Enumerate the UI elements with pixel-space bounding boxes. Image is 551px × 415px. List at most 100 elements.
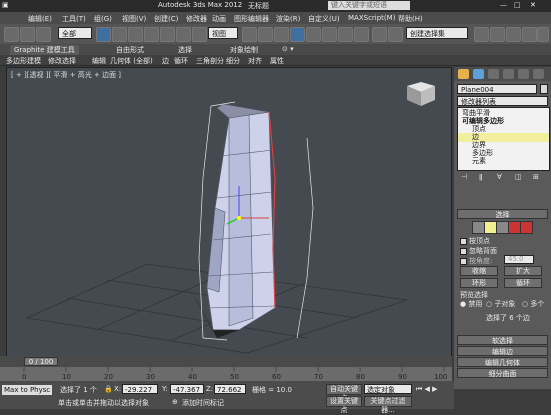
close-button[interactable]: ✕ [530, 1, 536, 9]
snaps-toggle-icon[interactable] [290, 27, 305, 42]
maxscript-listener[interactable]: Max to Physc [2, 385, 52, 395]
keyboard-shortcut-icon[interactable] [274, 27, 289, 42]
menu-views[interactable]: 视图(V) [122, 14, 146, 24]
mirror-icon[interactable] [372, 27, 387, 42]
selection-filter-dropdown[interactable]: 全部 [58, 27, 92, 39]
link-icon[interactable] [20, 27, 35, 42]
ribbon-tris[interactable]: 三角剖分 [196, 56, 224, 66]
ribbon-edit[interactable]: 编辑 [92, 56, 106, 66]
ribbon-properties[interactable]: 属性 [270, 56, 284, 66]
render-icon[interactable] [537, 27, 549, 42]
menu-graph-editors[interactable]: 图形编辑器 [234, 14, 269, 24]
autokey-button[interactable]: 自动关键点 [326, 384, 362, 402]
by-angle-checkbox[interactable]: 按角度: [460, 256, 492, 266]
playback-controls[interactable]: ⏮ ◀ ▶ [416, 385, 438, 394]
object-name-field[interactable]: Plane004 [457, 84, 537, 94]
make-unique-icon[interactable]: ∀ [497, 173, 502, 181]
ribbon-geometry-all[interactable]: 几何体 (全部) [110, 56, 153, 66]
tab-graphite[interactable]: Graphite 建模工具 [10, 45, 79, 55]
preview-disabled-radio[interactable]: ● 禁用 [460, 299, 482, 309]
lock-selection-icon[interactable]: 🔒 [104, 385, 113, 393]
hierarchy-tab-icon[interactable] [488, 69, 499, 79]
modify-tab-icon[interactable] [473, 69, 484, 79]
app-logo-icon[interactable]: ▣ [2, 1, 9, 9]
y-coordinate-field[interactable]: -47.367 [170, 384, 204, 394]
x-coordinate-field[interactable]: -29.227 [122, 384, 158, 394]
menu-edit[interactable]: 编辑(E) [28, 14, 52, 24]
viewcube-icon[interactable] [407, 82, 435, 106]
named-selection-dropdown[interactable]: 创建选择集 [406, 27, 468, 39]
create-tab-icon[interactable] [458, 69, 469, 79]
angle-value-field[interactable]: 45.0 [504, 255, 534, 264]
menu-group[interactable]: 组(G) [94, 14, 112, 24]
preview-subobject-radio[interactable]: ○ 子对象 [486, 299, 515, 309]
ribbon-subdivision[interactable]: 细分 [226, 56, 240, 66]
by-vertex-checkbox[interactable]: 按顶点 [460, 236, 490, 246]
maximize-button[interactable]: □ [514, 1, 521, 9]
material-editor-icon[interactable] [506, 27, 521, 42]
grow-button[interactable]: 扩大 [504, 266, 542, 276]
manipulate-icon[interactable] [258, 27, 273, 42]
key-filter-dropdown[interactable]: 选定对象 [364, 384, 412, 394]
remove-modifier-icon[interactable]: ◫ [515, 173, 522, 181]
motion-tab-icon[interactable] [503, 69, 514, 79]
preview-multi-radio[interactable]: ○ 多个 [522, 299, 544, 309]
ring-button[interactable]: 环形 [460, 278, 498, 288]
z-coordinate-field[interactable]: 72.662 [214, 384, 246, 394]
angle-snap-icon[interactable] [306, 27, 321, 42]
loop-button[interactable]: 循环 [504, 278, 542, 288]
tab-object-paint[interactable]: 对象绘制 [230, 45, 258, 55]
ribbon-align[interactable]: 对齐 [248, 56, 262, 66]
display-tab-icon[interactable] [518, 69, 529, 79]
pivot-center-icon[interactable] [242, 27, 257, 42]
track-bar[interactable]: 0 10 20 30 40 50 60 70 80 90 100 [0, 367, 452, 381]
set-key-button[interactable]: 设置关键点 [326, 396, 362, 414]
edit-geometry-rollout[interactable]: 编辑几何体 [457, 357, 548, 367]
selection-rollout-header[interactable]: 选择 [457, 209, 548, 219]
modifier-list-dropdown[interactable]: 修改器列表 [457, 96, 548, 106]
ribbon-options-icon[interactable]: ⊙ ▾ [282, 45, 294, 53]
time-slider-thumb[interactable]: 0 / 100 [24, 357, 58, 366]
menu-customize[interactable]: 自定义(U) [308, 14, 340, 24]
select-object-icon[interactable] [96, 27, 111, 42]
window-crossing-icon[interactable] [144, 27, 159, 42]
menu-animation[interactable]: 动画 [212, 14, 226, 24]
ribbon-loops[interactable]: 循环 [174, 56, 188, 66]
stack-item-element[interactable]: 元素 [472, 157, 486, 166]
select-move-icon[interactable] [160, 27, 175, 42]
layer-manager-icon[interactable] [474, 27, 489, 42]
menu-tools[interactable]: 工具(T) [62, 14, 86, 24]
time-slider[interactable]: 0 / 100 [0, 356, 452, 367]
percent-snap-icon[interactable] [322, 27, 337, 42]
search-input[interactable]: 键入关键字或短语 [328, 1, 410, 10]
object-color-swatch[interactable] [540, 84, 548, 94]
shrink-button[interactable]: 收缩 [460, 266, 498, 276]
select-rotate-icon[interactable] [176, 27, 191, 42]
subdivision-surface-rollout[interactable]: 细分曲面 [457, 368, 548, 378]
configure-sets-icon[interactable]: ⊞ [533, 173, 539, 181]
render-setup-icon[interactable] [522, 27, 537, 42]
tab-selection[interactable]: 选择 [178, 45, 192, 55]
key-filters-button[interactable]: 关键点过滤器... [364, 396, 412, 414]
element-mode-icon[interactable] [520, 221, 533, 234]
select-by-name-icon[interactable] [112, 27, 127, 42]
rectangular-selection-icon[interactable] [128, 27, 143, 42]
ribbon-modify-selection[interactable]: 修改选择 [48, 56, 76, 66]
menu-rendering[interactable]: 渲染(R) [276, 14, 300, 24]
soft-selection-rollout[interactable]: 软选择 [457, 335, 548, 345]
ignore-backfacing-checkbox[interactable]: 忽略背面 [460, 246, 497, 256]
add-time-tag[interactable]: 添加时间标记 [182, 398, 224, 408]
perspective-viewport[interactable]: [ + ][透视 ][ 平滑 + 高光 + 边面 ] [6, 67, 452, 358]
ribbon-polygon-modeling[interactable]: 多边形建模 [6, 56, 41, 66]
pin-stack-icon[interactable]: ⊣ [461, 173, 467, 181]
menu-create[interactable]: 创建(C) [154, 14, 178, 24]
tab-freeform[interactable]: 自由形式 [116, 45, 144, 55]
unlink-icon[interactable] [36, 27, 51, 42]
edit-edges-rollout[interactable]: 编辑边 [457, 346, 548, 356]
edit-named-selection-icon[interactable] [354, 27, 369, 42]
align-icon[interactable] [388, 27, 403, 42]
ribbon-edges[interactable]: 边 [162, 56, 169, 66]
utilities-tab-icon[interactable] [533, 69, 544, 79]
select-scale-icon[interactable] [192, 27, 207, 42]
minimize-button[interactable]: — [500, 1, 507, 9]
